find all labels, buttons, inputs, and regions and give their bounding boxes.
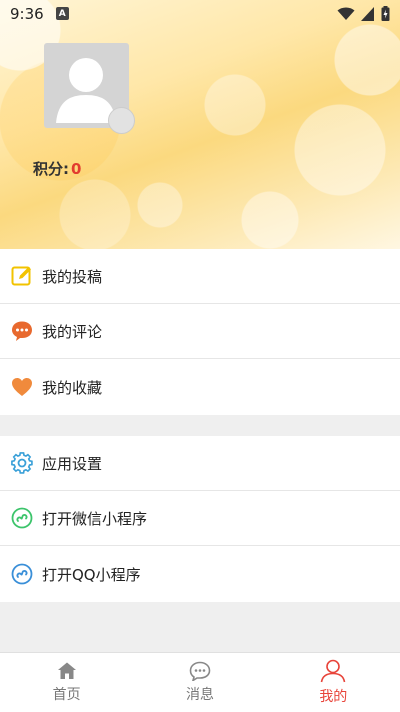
notification-badge-icon: A — [55, 7, 69, 20]
tab-mine[interactable]: 我的 — [267, 653, 400, 712]
avatar-edit-badge[interactable] — [108, 107, 135, 134]
wechat-miniprogram-icon — [11, 507, 33, 529]
menu-item-label: 打开QQ小程序 — [42, 565, 141, 584]
menu-item-label: 我的收藏 — [42, 378, 103, 397]
home-icon — [57, 662, 76, 679]
points-display: 积分: 0 — [33, 158, 81, 179]
menu-item-label: 我的评论 — [42, 322, 103, 341]
message-icon — [189, 661, 211, 681]
menu-item-label: 我的投稿 — [42, 267, 103, 286]
menu-group-personal: 我的投稿 我的评论 我的收藏 — [0, 249, 400, 415]
heart-icon — [11, 376, 33, 398]
bottom-tab-bar: 首页 消息 我的 — [0, 652, 400, 712]
signal-icon — [361, 6, 374, 21]
menu-item-open-qq-miniprogram[interactable]: 打开QQ小程序 — [0, 546, 400, 602]
menu-item-my-posts[interactable]: 我的投稿 — [0, 249, 400, 304]
menu-item-my-favorites[interactable]: 我的收藏 — [0, 359, 400, 415]
menu-item-open-wechat-miniprogram[interactable]: 打开微信小程序 — [0, 491, 400, 546]
menu-item-app-settings[interactable]: 应用设置 — [0, 436, 400, 491]
comment-icon — [11, 320, 33, 342]
edit-icon — [11, 265, 33, 287]
points-value: 0 — [71, 160, 82, 178]
points-label: 积分: — [33, 160, 69, 178]
menu-item-label: 打开微信小程序 — [42, 509, 148, 528]
battery-icon — [381, 6, 390, 21]
profile-header: 积分: 0 — [0, 0, 400, 249]
user-icon — [321, 659, 346, 683]
menu-item-label: 应用设置 — [42, 454, 103, 473]
menu-item-my-comments[interactable]: 我的评论 — [0, 304, 400, 359]
tab-label: 我的 — [319, 689, 348, 705]
tab-label: 首页 — [52, 687, 81, 703]
tab-label: 消息 — [185, 687, 214, 703]
menu-group-settings: 应用设置 打开微信小程序 打开QQ小程序 — [0, 436, 400, 602]
tab-home[interactable]: 首页 — [0, 653, 133, 712]
status-bar: 9:36 A — [0, 0, 400, 27]
gear-icon — [11, 452, 33, 474]
status-time: 9:36 — [10, 4, 44, 23]
tab-messages[interactable]: 消息 — [133, 653, 266, 712]
wifi-icon — [337, 7, 355, 20]
qq-miniprogram-icon — [11, 563, 33, 585]
